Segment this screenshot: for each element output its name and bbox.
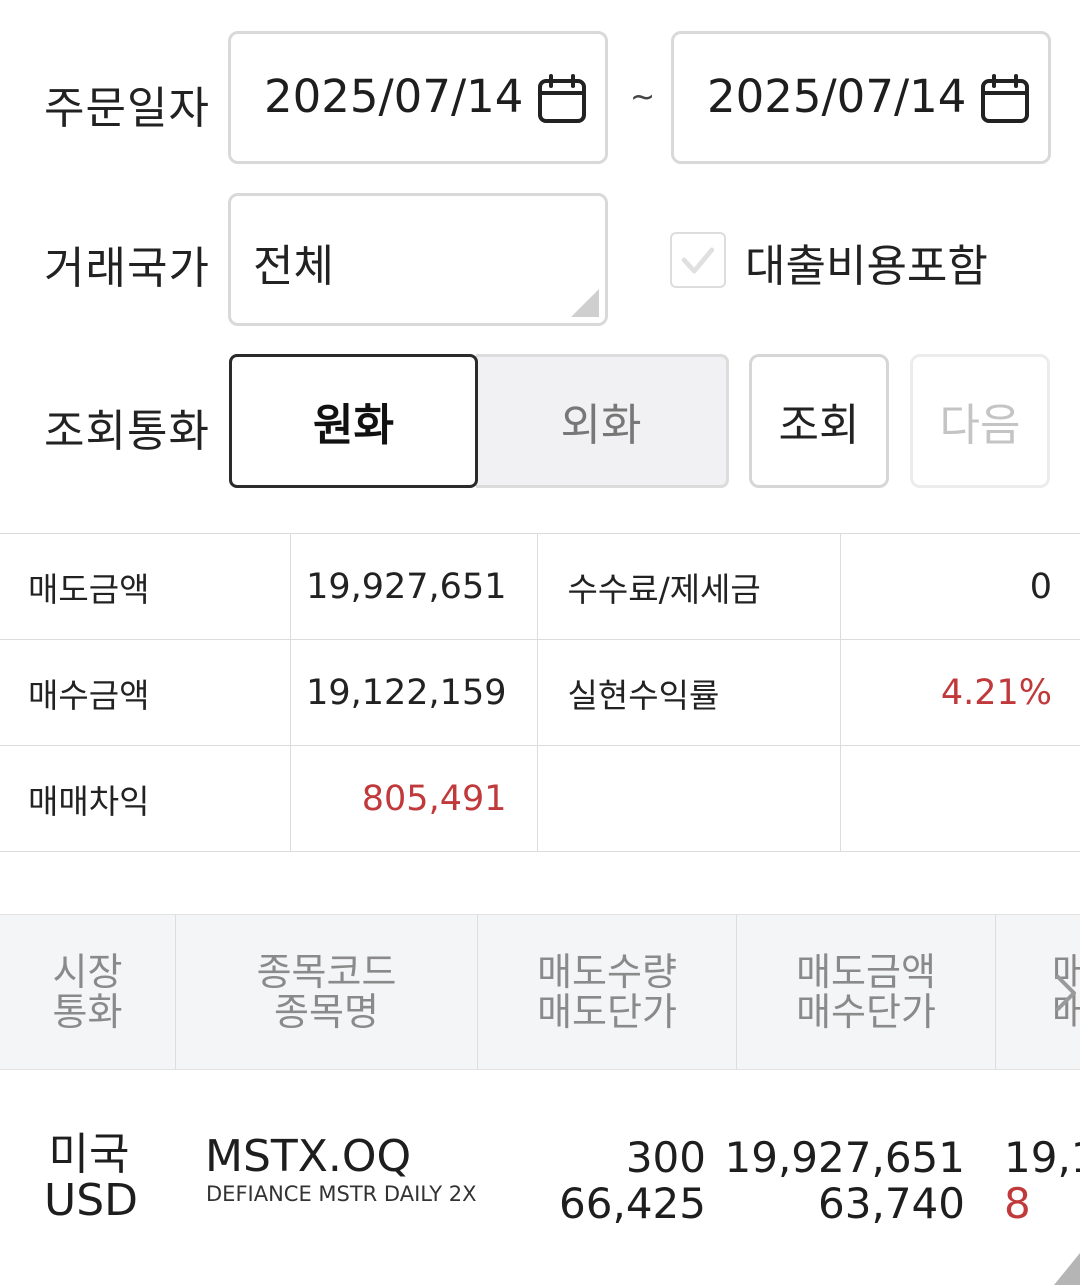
currency-code: USD [44,1175,139,1226]
header-line: 시장 [52,950,123,994]
header-line: 매도단가 [537,990,677,1034]
summary-value: 19,927,651 [290,533,538,640]
sell-amount-cell: 19,927,651 63,740 [725,1135,965,1227]
market-cell: 미국 USD [44,1129,139,1226]
summary-row: 매매차익 805,491 [0,745,1080,852]
date-range-separator: ~ [630,80,656,115]
column-header-sell-amount[interactable]: 매도금액 매수단가 [737,915,996,1069]
next-button[interactable]: 다음 [910,354,1050,488]
summary-label: 실현수익률 [537,639,841,746]
country-select[interactable]: 전체 [228,193,608,326]
date-to-field[interactable]: 2025/07/14 [671,31,1051,164]
summary-label [537,745,841,852]
next-col-top: 19,1 [1004,1133,1080,1182]
date-to-value: 2025/07/14 [707,70,967,123]
summary-table: 매도금액 19,927,651 수수료/제세금 0 매수금액 19,122,15… [0,533,1080,852]
sell-qty: 300 [625,1133,706,1182]
calendar-icon[interactable] [980,74,1030,124]
column-header-market[interactable]: 시장 통화 [0,915,176,1069]
trading-profit-value: 805,491 [290,745,538,852]
summary-label: 매도금액 [0,533,291,640]
sell-qty-cell: 300 66,425 [559,1135,706,1227]
summary-value: 0 [840,533,1080,640]
order-date-label: 주문일자 [44,83,210,134]
list-header: 시장 통화 종목코드 종목명 매도수량 매도단가 매도금액 매수단가 매 매 [0,914,1080,1070]
summary-value: 19,122,159 [290,639,538,746]
stock-name: DEFIANCE MSTR DAILY 2X [206,1182,477,1206]
market-name: 미국 [48,1129,130,1180]
header-line: 통화 [52,990,123,1034]
dropdown-corner-icon [571,289,599,317]
header-line: 매도수량 [537,950,677,994]
date-from-value: 2025/07/14 [264,70,524,123]
sell-price: 66,425 [559,1179,706,1228]
loan-fee-checkbox[interactable] [670,232,726,288]
header-line: 매수단가 [796,990,936,1034]
country-label: 거래국가 [44,243,210,294]
scroll-handle-icon[interactable] [1050,1245,1080,1285]
next-col-bottom: 8 [1004,1179,1031,1228]
buy-price: 63,740 [818,1179,965,1228]
calendar-icon[interactable] [537,74,587,124]
query-button[interactable]: 조회 [749,354,889,488]
header-line: 종목명 [274,990,379,1034]
header-line: 종목코드 [256,950,397,994]
realized-return-value: 4.21% [840,639,1080,746]
currency-label: 조회통화 [44,406,210,457]
header-line: 매도금액 [796,950,936,994]
summary-label: 매매차익 [0,745,291,852]
stock-code: MSTX.OQ [205,1131,412,1182]
sell-amount: 19,927,651 [724,1133,965,1182]
summary-row: 매수금액 19,122,159 실현수익률 4.21% [0,639,1080,746]
check-icon [681,247,715,274]
currency-foreign-toggle[interactable]: 외화 [476,354,729,488]
loan-fee-label[interactable]: 대출비용포함 [745,230,988,294]
country-select-value: 전체 [253,241,334,292]
summary-label: 수수료/제세금 [537,533,841,640]
summary-row: 매도금액 19,927,651 수수료/제세금 0 [0,533,1080,640]
next-column-cell: 19,1 8 [1004,1135,1080,1227]
column-header-sell-qty[interactable]: 매도수량 매도단가 [478,915,737,1069]
summary-value [840,745,1080,852]
chevron-right-icon[interactable] [1054,973,1078,1013]
summary-label: 매수금액 [0,639,291,746]
column-header-code[interactable]: 종목코드 종목명 [176,915,478,1069]
date-from-field[interactable]: 2025/07/14 [228,31,608,164]
table-row[interactable]: 미국 USD MSTX.OQ DEFIANCE MSTR DAILY 2X 30… [0,1070,1080,1285]
currency-krw-toggle[interactable]: 원화 [229,354,478,488]
